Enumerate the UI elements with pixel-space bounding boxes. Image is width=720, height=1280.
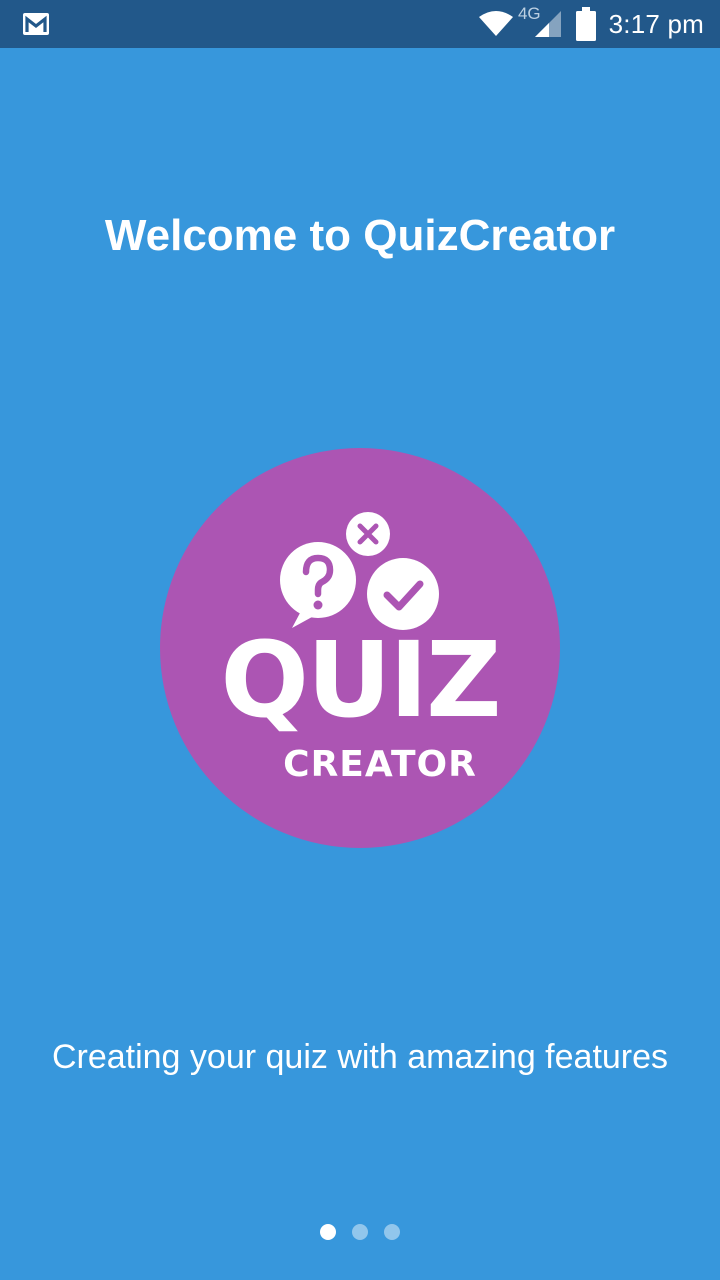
- onboarding-page[interactable]: Welcome to QuizCreator QUIZ CREATOR Crea…: [0, 48, 720, 1280]
- wifi-icon: [478, 10, 514, 38]
- page-dot-2[interactable]: [352, 1224, 368, 1240]
- page-title: Welcome to QuizCreator: [104, 211, 616, 260]
- network-type-label: 4G: [517, 4, 541, 23]
- page-dot-1[interactable]: [320, 1224, 336, 1240]
- page-dot-3[interactable]: [384, 1224, 400, 1240]
- battery-icon: [575, 7, 597, 41]
- page-subtitle: Creating your quiz with amazing features: [51, 1038, 669, 1076]
- question-mark-icon: [280, 542, 356, 628]
- page-indicator[interactable]: [0, 1222, 720, 1242]
- status-clock: 3:17 pm: [608, 8, 704, 39]
- status-indicators: 4G 3:17 pm: [478, 0, 704, 48]
- gmail-icon: [22, 11, 50, 37]
- logo-subtitle: CREATOR: [283, 744, 477, 785]
- logo-wordmark: QUIZ: [220, 619, 502, 741]
- close-icon: [346, 512, 390, 556]
- quiz-creator-logo: QUIZ CREATOR: [160, 448, 560, 848]
- status-bar: 4G 3:17 pm: [0, 0, 720, 48]
